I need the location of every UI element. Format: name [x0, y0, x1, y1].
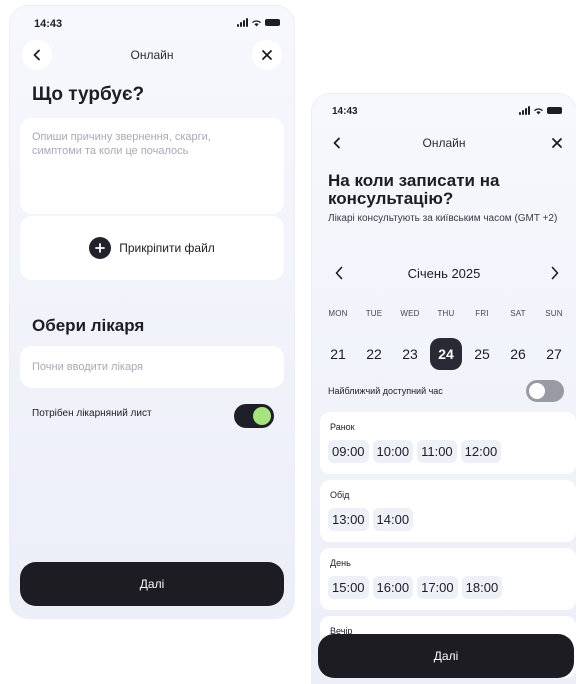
weekday-label: MON [328, 309, 348, 318]
timezone-note: Лікарі консультують за київським часом (… [328, 213, 558, 224]
time-chip[interactable]: 17:00 [417, 576, 458, 599]
battery-icon [547, 107, 562, 114]
sick-note-label: Потрібен лікарняний лист [32, 408, 152, 419]
date-cell[interactable]: 25 [464, 338, 500, 370]
battery-icon [265, 19, 280, 26]
status-bar: 14:43 [10, 6, 294, 38]
status-time: 14:43 [332, 106, 358, 117]
weekday-label: WED [400, 309, 420, 318]
nearest-time-label: Найближчий доступний час [328, 386, 443, 396]
calendar-header: Січень 2025 [312, 262, 576, 284]
weekday-label: TUE [365, 309, 383, 318]
date-cell[interactable]: 21 [320, 338, 356, 370]
date-cell[interactable]: 27 [536, 338, 572, 370]
time-chip[interactable]: 12:00 [460, 440, 502, 463]
concern-textarea[interactable]: Опиши причину звернення, скарги, симптом… [20, 118, 284, 214]
time-chip[interactable]: 18:00 [461, 576, 503, 599]
close-icon [262, 50, 272, 60]
time-chip[interactable]: 10:00 [372, 440, 414, 463]
time-chip[interactable]: 11:00 [417, 440, 457, 463]
doctor-search-placeholder: Почни вводити лікаря [32, 361, 144, 373]
wifi-icon [534, 107, 543, 115]
time-chip[interactable]: 15:00 [328, 576, 369, 599]
weekday-row: MON TUE WED THU FRI SAT SUN [320, 309, 572, 318]
slot-group-lunch: Обід 13:00 14:00 [320, 480, 576, 542]
date-cell[interactable]: 26 [500, 338, 536, 370]
page-title: Що турбує? [32, 84, 145, 105]
date-cell-selected[interactable]: 24 [428, 338, 464, 370]
status-bar: 14:43 [312, 94, 576, 126]
screen-consultation-date: 14:43 Онлайн На коли записати на консуль… [312, 94, 576, 684]
chevron-right-icon [551, 266, 559, 280]
next-month-button[interactable] [544, 262, 566, 284]
plus-icon [89, 237, 112, 259]
screen-consultation-reason: 14:43 Онлайн Що турбує? Опиши причину зв… [10, 6, 294, 618]
nearest-time-toggle[interactable] [526, 380, 564, 402]
next-button[interactable]: Далі [318, 634, 574, 678]
page-title: На коли записати на консультацію? [328, 171, 500, 208]
date-row: 21 22 23 24 25 26 27 [320, 338, 572, 370]
time-chip[interactable]: 14:00 [372, 508, 414, 531]
doctor-section-title: Обери лікаря [32, 316, 145, 335]
slot-group-day: День 15:00 16:00 17:00 18:00 [320, 548, 576, 610]
close-icon [552, 138, 562, 148]
doctor-search-input[interactable]: Почни вводити лікаря [20, 346, 284, 388]
top-nav: Онлайн [10, 40, 294, 70]
slot-group-title: Обід [330, 490, 350, 500]
signal-icon [519, 106, 530, 115]
signal-icon [237, 18, 248, 27]
attach-file-button[interactable]: Прикріпити файл [20, 216, 284, 280]
time-chip[interactable]: 13:00 [328, 508, 369, 531]
toggle-knob [529, 383, 545, 399]
time-chip[interactable]: 16:00 [372, 576, 414, 599]
close-button[interactable] [542, 128, 572, 158]
date-cell[interactable]: 22 [356, 338, 392, 370]
slot-group-title: День [330, 558, 351, 568]
weekday-label: SUN [545, 309, 563, 318]
nav-title: Онлайн [422, 136, 466, 150]
top-nav: Онлайн [312, 128, 576, 158]
status-time: 14:43 [34, 18, 63, 30]
wifi-icon [252, 19, 261, 27]
weekday-label: SAT [510, 309, 526, 318]
weekday-label: THU [437, 309, 455, 318]
slot-group-title: Ранок [330, 422, 355, 432]
month-label: Січень 2025 [407, 266, 481, 281]
date-cell[interactable]: 23 [392, 338, 428, 370]
time-chip[interactable]: 09:00 [328, 440, 369, 463]
sick-note-toggle[interactable] [234, 404, 274, 428]
toggle-knob [253, 407, 271, 425]
close-button[interactable] [252, 40, 282, 70]
concern-placeholder: Опиши причину звернення, скарги, симптом… [32, 131, 211, 157]
slot-group-morning: Ранок 09:00 10:00 11:00 12:00 [320, 412, 576, 474]
next-button[interactable]: Далі [20, 562, 284, 606]
attach-file-label: Прикріпити файл [119, 241, 215, 255]
weekday-label: FRI [475, 309, 489, 318]
